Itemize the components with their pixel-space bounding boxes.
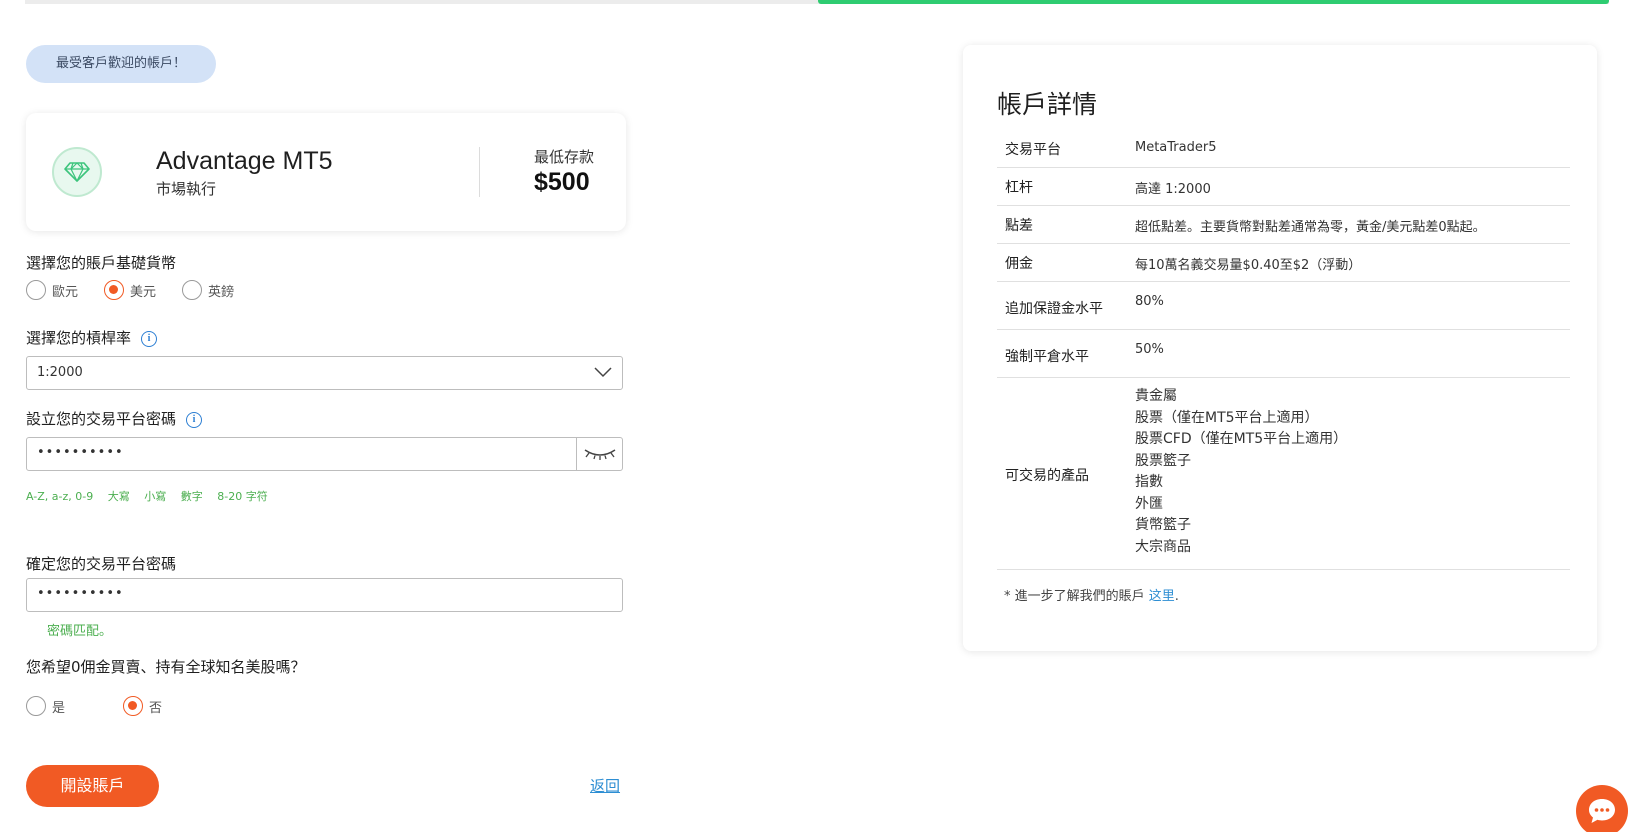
row-value: 超低點差。主要貨幣對點差通常為零，黃金/美元點差0點起。 bbox=[1135, 220, 1486, 235]
progress-fill bbox=[818, 0, 1609, 4]
confirm-password-input[interactable]: •••••••••• bbox=[26, 578, 623, 612]
product-item: 貨幣籃子 bbox=[1135, 517, 1191, 533]
password-value: •••••••••• bbox=[37, 445, 124, 460]
learn-more-link[interactable]: 这里 bbox=[1149, 589, 1175, 604]
radio-eur[interactable] bbox=[26, 280, 46, 300]
us-stocks-option-yes[interactable]: 是 bbox=[26, 696, 65, 716]
radio-label: 是 bbox=[52, 700, 66, 716]
product-item: 指數 bbox=[1135, 474, 1163, 490]
account-details-panel: 帳戶詳情 交易平台 MetaTrader5 杠杆 高達 1:2000 點差 超低… bbox=[963, 45, 1597, 651]
password-hints: A-Z, a-z, 0-9 大寫 小寫 數字 8-20 字符 bbox=[26, 488, 279, 504]
hint-item: 小寫 bbox=[144, 490, 167, 503]
open-account-button[interactable]: 開設賬戶 bbox=[26, 765, 159, 807]
diamond-icon bbox=[52, 147, 102, 197]
footnote-text: * 進一步了解我們的賬戶 bbox=[1004, 589, 1149, 604]
confirm-password-label: 確定您的交易平台密碼 bbox=[26, 555, 177, 573]
password-label-row: 設立您的交易平台密碼 i bbox=[26, 408, 203, 429]
info-icon[interactable]: i bbox=[186, 411, 203, 428]
password-input[interactable]: •••••••••• bbox=[26, 437, 623, 471]
footnote-end: . bbox=[1174, 589, 1179, 604]
details-row-stop-out: 強制平倉水平 50% bbox=[997, 330, 1570, 378]
account-execution: 市場執行 bbox=[156, 180, 217, 198]
currency-label: 選擇您的賬戶基礎貨幣 bbox=[26, 254, 177, 272]
currency-option-usd[interactable]: 美元 bbox=[104, 280, 156, 300]
currency-option-gbp[interactable]: 英鎊 bbox=[182, 280, 234, 300]
chat-icon bbox=[1589, 799, 1615, 823]
details-row-leverage: 杠杆 高達 1:2000 bbox=[997, 168, 1570, 206]
product-item: 股票（僅在MT5平台上適用） bbox=[1135, 409, 1319, 426]
hint-item: A-Z, a-z, 0-9 bbox=[26, 490, 94, 503]
row-key: 點差 bbox=[1005, 218, 1033, 234]
confirm-password-value: •••••••••• bbox=[37, 586, 124, 601]
radio-gbp[interactable] bbox=[182, 280, 203, 300]
account-card: Advantage MT5 市場執行 最低存款 $500 bbox=[26, 113, 626, 231]
chevron-down-icon bbox=[594, 367, 612, 378]
eye-closed-icon bbox=[584, 449, 615, 460]
row-key: 追加保證金水平 bbox=[1005, 301, 1103, 317]
row-value: 每10萬名義交易量$0.40至$2（浮動） bbox=[1135, 258, 1362, 273]
account-name: Advantage MT5 bbox=[156, 147, 333, 175]
hint-item: 數字 bbox=[180, 490, 203, 503]
us-stocks-question: 您希望0佣金買賣、持有全球知名美股嗎？ bbox=[26, 658, 306, 676]
info-icon[interactable]: i bbox=[141, 330, 158, 347]
details-row-margin-call: 追加保證金水平 80% bbox=[997, 282, 1570, 330]
radio-label: 歐元 bbox=[52, 284, 79, 300]
product-item: 外匯 bbox=[1135, 495, 1163, 512]
row-key: 杠杆 bbox=[1005, 180, 1033, 196]
products-list: 貴金屬 股票（僅在MT5平台上適用） 股票CFD（僅在MT5平台上適用） 股票籃… bbox=[1135, 386, 1347, 558]
details-row-commission: 佣金 每10萬名義交易量$0.40至$2（浮動） bbox=[997, 244, 1570, 282]
hint-item: 大寫 bbox=[107, 490, 130, 503]
card-divider bbox=[479, 147, 480, 197]
row-key: 強制平倉水平 bbox=[1005, 349, 1089, 365]
chat-button[interactable] bbox=[1576, 785, 1628, 832]
details-title: 帳戶詳情 bbox=[997, 90, 1098, 119]
password-label: 設立您的交易平台密碼 bbox=[26, 410, 177, 428]
row-value: 高達 1:2000 bbox=[1135, 182, 1211, 197]
product-item: 股票籃子 bbox=[1135, 452, 1191, 469]
radio-label: 否 bbox=[149, 700, 163, 716]
product-item: 貴金屬 bbox=[1135, 388, 1177, 404]
min-deposit-value: $500 bbox=[534, 168, 590, 196]
us-stocks-options: 是 否 bbox=[26, 696, 162, 716]
row-value: 50% bbox=[1135, 342, 1164, 357]
currency-options: 歐元 美元 英鎊 bbox=[26, 280, 234, 300]
min-deposit-label: 最低存款 bbox=[534, 148, 595, 166]
row-key: 交易平台 bbox=[1005, 142, 1061, 158]
leverage-label-row: 選擇您的槓桿率 i bbox=[26, 327, 158, 348]
radio-label: 美元 bbox=[130, 284, 157, 300]
leverage-label: 選擇您的槓桿率 bbox=[26, 329, 132, 347]
row-key: 可交易的產品 bbox=[1005, 468, 1089, 484]
product-item: 股票CFD（僅在MT5平台上適用） bbox=[1135, 431, 1348, 447]
details-row-spread: 點差 超低點差。主要貨幣對點差通常為零，黃金/美元點差0點起。 bbox=[997, 206, 1570, 244]
password-match-message: 密碼匹配。 bbox=[47, 624, 113, 639]
product-item: 大宗商品 bbox=[1135, 538, 1191, 555]
radio-no[interactable] bbox=[123, 696, 144, 716]
currency-option-eur[interactable]: 歐元 bbox=[26, 280, 78, 300]
radio-usd[interactable] bbox=[104, 280, 125, 300]
radio-yes[interactable] bbox=[26, 696, 46, 716]
us-stocks-option-no[interactable]: 否 bbox=[123, 696, 162, 716]
leverage-select[interactable]: 1:2000 bbox=[26, 356, 623, 390]
radio-label: 英鎊 bbox=[208, 284, 235, 300]
details-row-platform: 交易平台 MetaTrader5 bbox=[997, 130, 1570, 168]
row-value: MetaTrader5 bbox=[1135, 140, 1217, 155]
details-footnote: * 進一步了解我們的賬戶 这里. bbox=[1004, 585, 1179, 604]
row-key: 佣金 bbox=[1005, 256, 1033, 272]
details-row-products: 可交易的產品 貴金屬 股票（僅在MT5平台上適用） 股票CFD（僅在MT5平台上… bbox=[997, 378, 1570, 570]
row-value: 80% bbox=[1135, 294, 1164, 309]
popular-badge: 最受客戶歡迎的帳戶！ bbox=[26, 45, 216, 83]
leverage-value: 1:2000 bbox=[37, 365, 83, 380]
back-link[interactable]: 返回 bbox=[590, 775, 620, 796]
hint-item: 8-20 字符 bbox=[217, 490, 268, 503]
toggle-visibility-button[interactable] bbox=[576, 438, 622, 470]
